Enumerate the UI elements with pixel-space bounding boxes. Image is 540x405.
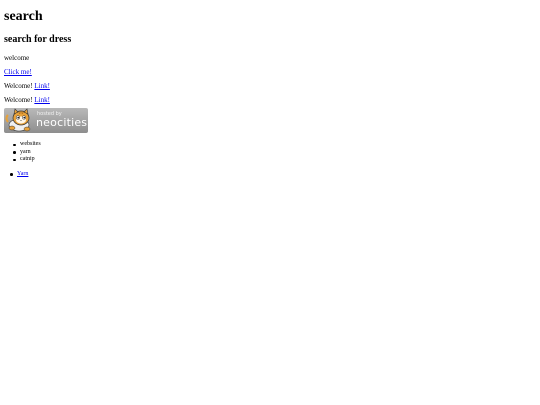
nav-link-yarn[interactable]: Yarn	[17, 171, 28, 177]
welcome-link-paragraph-1: Welcome! Link!	[4, 82, 540, 91]
welcome-label-2: Welcome!	[4, 96, 33, 104]
click-me-paragraph: Click me!	[4, 68, 540, 77]
interests-list: websites yarn catnip	[13, 141, 540, 164]
list-item: websites	[13, 141, 540, 149]
neocities-badge[interactable]: hosted by neocities	[4, 108, 88, 133]
click-me-link[interactable]: Click me!	[4, 68, 32, 76]
badge-neocities-label: neocities	[36, 116, 88, 129]
nav-list-item: Yarn	[10, 171, 540, 179]
welcome-label-1: Welcome!	[4, 82, 33, 90]
page-title: search	[4, 9, 43, 24]
nav-list: Yarn	[10, 171, 540, 179]
list-item: yarn	[13, 149, 540, 157]
page-content: search search for dress welcome Click me…	[0, 0, 540, 178]
link-2[interactable]: Link!	[34, 96, 50, 104]
list-item: catnip	[13, 156, 540, 164]
neocities-cat-icon	[5, 108, 31, 132]
link-1[interactable]: Link!	[34, 82, 50, 90]
welcome-text: welcome	[4, 54, 30, 62]
welcome-link-paragraph-2: Welcome! Link!	[4, 96, 540, 105]
page-subtitle: search for dress	[4, 34, 72, 45]
